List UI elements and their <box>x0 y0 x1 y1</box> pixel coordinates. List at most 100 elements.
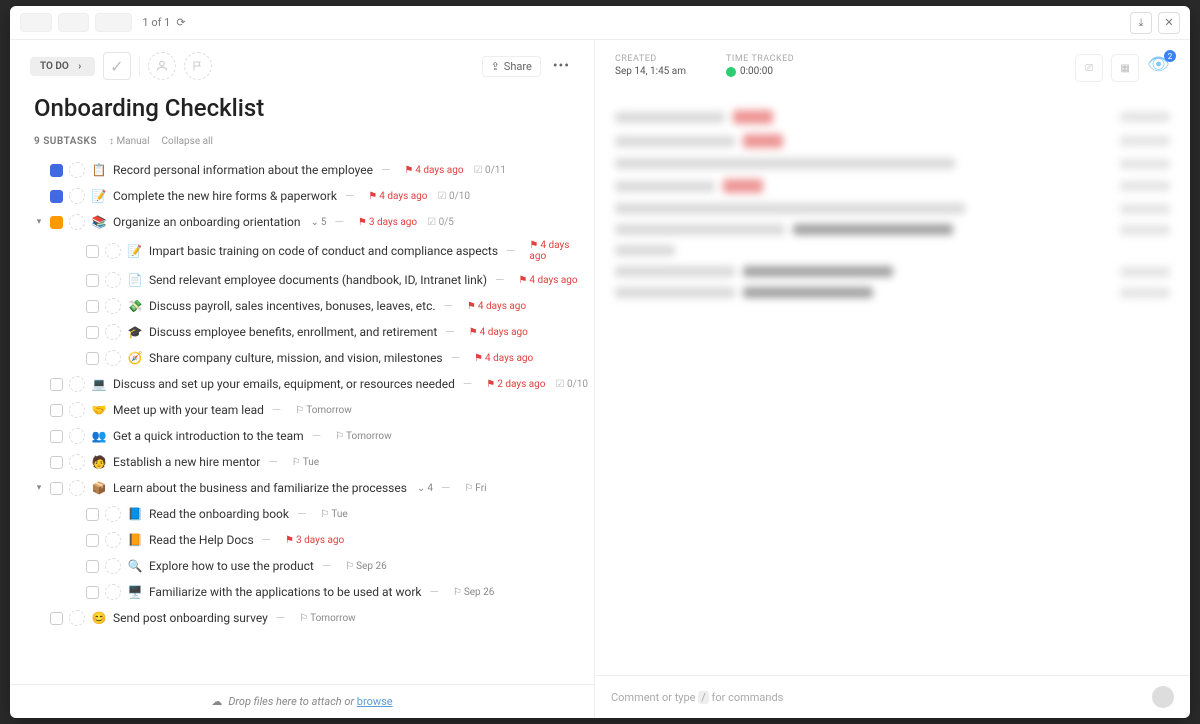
minimize-icon[interactable]: ⤓ <box>1130 12 1152 34</box>
due-date[interactable]: ⚑4 days ago <box>404 165 463 176</box>
task-title-text[interactable]: Meet up with your team lead <box>113 403 264 417</box>
assignee-add-button[interactable] <box>148 52 176 80</box>
status-next-icon[interactable]: › <box>75 61 85 72</box>
task-row[interactable]: ▸🔍Explore how to use the product—⚐Sep 26 <box>34 553 588 579</box>
task-row[interactable]: ▸🧭Share company culture, mission, and vi… <box>34 345 588 371</box>
comment-input[interactable]: Comment or type / for commands <box>595 675 1190 718</box>
expand-caret[interactable]: ▾ <box>34 483 44 493</box>
expand-caret[interactable]: ▾ <box>34 217 44 227</box>
task-row[interactable]: ▸💸Discuss payroll, sales incentives, bon… <box>34 293 588 319</box>
task-title[interactable]: Onboarding Checklist <box>10 84 594 136</box>
due-date[interactable]: ⚑3 days ago <box>358 217 417 228</box>
assignee-icon[interactable] <box>105 350 121 366</box>
assignee-icon[interactable] <box>69 376 85 392</box>
due-date[interactable]: ⚑4 days ago <box>467 301 526 312</box>
status-checkbox[interactable] <box>86 326 99 339</box>
status-button[interactable]: TO DO › <box>30 57 95 76</box>
meta-action-1[interactable]: ⎚ <box>1075 54 1103 82</box>
due-date[interactable]: ⚑4 days ago <box>474 353 533 364</box>
assignee-icon[interactable] <box>105 324 121 340</box>
assignee-icon[interactable] <box>69 610 85 626</box>
complete-button[interactable]: ✓ <box>103 52 131 80</box>
status-checkbox[interactable] <box>86 245 99 258</box>
meta-action-2[interactable]: ▦ <box>1111 54 1139 82</box>
assignee-icon[interactable] <box>105 243 121 259</box>
task-row[interactable]: ▸📘Read the onboarding book—⚐Tue <box>34 501 588 527</box>
task-title-text[interactable]: Organize an onboarding orientation <box>113 215 301 229</box>
task-row[interactable]: ▸🎓Discuss employee benefits, enrollment,… <box>34 319 588 345</box>
assignee-icon[interactable] <box>105 532 121 548</box>
due-date[interactable]: ⚑4 days ago <box>368 191 427 202</box>
task-row[interactable]: ▸🤝Meet up with your team lead—⚐Tomorrow <box>34 397 588 423</box>
due-date[interactable]: ⚐Sep 26 <box>345 561 387 572</box>
watchers-button[interactable]: 👁 2 <box>1147 54 1170 82</box>
more-menu-button[interactable]: ••• <box>549 56 574 76</box>
task-title-text[interactable]: Discuss employee benefits, enrollment, a… <box>149 325 437 339</box>
status-checkbox[interactable] <box>86 534 99 547</box>
attachment-dropzone[interactable]: ☁ Drop files here to attach or browse <box>10 684 594 718</box>
due-date[interactable]: ⚑3 days ago <box>285 535 344 546</box>
task-row[interactable]: ▸📝Complete the new hire forms & paperwor… <box>34 183 588 209</box>
due-date[interactable]: ⚐Fri <box>464 483 486 494</box>
task-title-text[interactable]: Discuss payroll, sales incentives, bonus… <box>149 299 436 313</box>
task-row[interactable]: ▸📙Read the Help Docs—⚑3 days ago <box>34 527 588 553</box>
task-title-text[interactable]: Share company culture, mission, and visi… <box>149 351 443 365</box>
due-date[interactable]: ⚑2 days ago <box>486 379 545 390</box>
due-date[interactable]: ⚑4 days ago <box>529 240 588 262</box>
share-button[interactable]: ⇪ Share <box>482 56 541 77</box>
play-icon[interactable] <box>726 67 736 77</box>
task-title-text[interactable]: Read the Help Docs <box>149 533 254 547</box>
refresh-icon[interactable]: ⟳ <box>176 16 185 29</box>
status-checkbox[interactable] <box>86 508 99 521</box>
task-title-text[interactable]: Send post onboarding survey <box>113 611 268 625</box>
due-date[interactable]: ⚑4 days ago <box>518 275 577 286</box>
task-row[interactable]: ▸📋Record personal information about the … <box>34 157 588 183</box>
status-checkbox[interactable] <box>50 482 63 495</box>
due-date[interactable]: ⚐Tomorrow <box>295 405 352 416</box>
task-title-text[interactable]: Establish a new hire mentor <box>113 455 260 469</box>
task-title-text[interactable]: Learn about the business and familiarize… <box>113 481 407 495</box>
assignee-icon[interactable] <box>69 188 85 204</box>
priority-button[interactable] <box>184 52 212 80</box>
time-tracked-block[interactable]: TIME TRACKED 0:00:00 <box>726 54 794 77</box>
status-checkbox[interactable] <box>86 352 99 365</box>
task-title-text[interactable]: Discuss and set up your emails, equipmen… <box>113 377 455 391</box>
assignee-icon[interactable] <box>69 480 85 496</box>
sort-manual[interactable]: ↕ Manual <box>109 136 150 147</box>
task-title-text[interactable]: Get a quick introduction to the team <box>113 429 304 443</box>
task-row[interactable]: ▸🧑Establish a new hire mentor—⚐Tue <box>34 449 588 475</box>
status-checkbox[interactable] <box>50 164 63 177</box>
task-row[interactable]: ▾📚Organize an onboarding orientation⌄ 5—… <box>34 209 588 235</box>
collapse-all[interactable]: Collapse all <box>162 136 213 147</box>
due-date[interactable]: ⚐Tomorrow <box>299 613 356 624</box>
due-date[interactable]: ⚐Tomorrow <box>335 431 392 442</box>
assignee-icon[interactable] <box>105 298 121 314</box>
task-row[interactable]: ▸👥Get a quick introduction to the team—⚐… <box>34 423 588 449</box>
task-row[interactable]: ▸🖥️Familiarize with the applications to … <box>34 579 588 605</box>
task-title-text[interactable]: Send relevant employee documents (handbo… <box>149 273 487 287</box>
breadcrumb-chip[interactable] <box>95 13 132 32</box>
status-checkbox[interactable] <box>50 430 63 443</box>
task-row[interactable]: ▸💻Discuss and set up your emails, equipm… <box>34 371 588 397</box>
due-date[interactable]: ⚐Tue <box>320 509 347 520</box>
assignee-icon[interactable] <box>69 454 85 470</box>
status-checkbox[interactable] <box>50 216 63 229</box>
status-checkbox[interactable] <box>50 378 63 391</box>
assignee-icon[interactable] <box>105 558 121 574</box>
status-checkbox[interactable] <box>86 560 99 573</box>
assignee-icon[interactable] <box>69 428 85 444</box>
status-checkbox[interactable] <box>50 404 63 417</box>
assignee-icon[interactable] <box>69 214 85 230</box>
due-date[interactable]: ⚐Sep 26 <box>453 587 495 598</box>
task-row[interactable]: ▸📄Send relevant employee documents (hand… <box>34 267 588 293</box>
assignee-icon[interactable] <box>69 162 85 178</box>
task-row[interactable]: ▾📦Learn about the business and familiari… <box>34 475 588 501</box>
breadcrumb-chip[interactable] <box>20 13 52 32</box>
status-checkbox[interactable] <box>50 612 63 625</box>
task-row[interactable]: ▸📝Impart basic training on code of condu… <box>34 235 588 267</box>
assignee-icon[interactable] <box>105 506 121 522</box>
breadcrumb-chip[interactable] <box>58 13 90 32</box>
status-checkbox[interactable] <box>50 456 63 469</box>
status-checkbox[interactable] <box>86 586 99 599</box>
task-row[interactable]: ▸😊Send post onboarding survey—⚐Tomorrow <box>34 605 588 631</box>
